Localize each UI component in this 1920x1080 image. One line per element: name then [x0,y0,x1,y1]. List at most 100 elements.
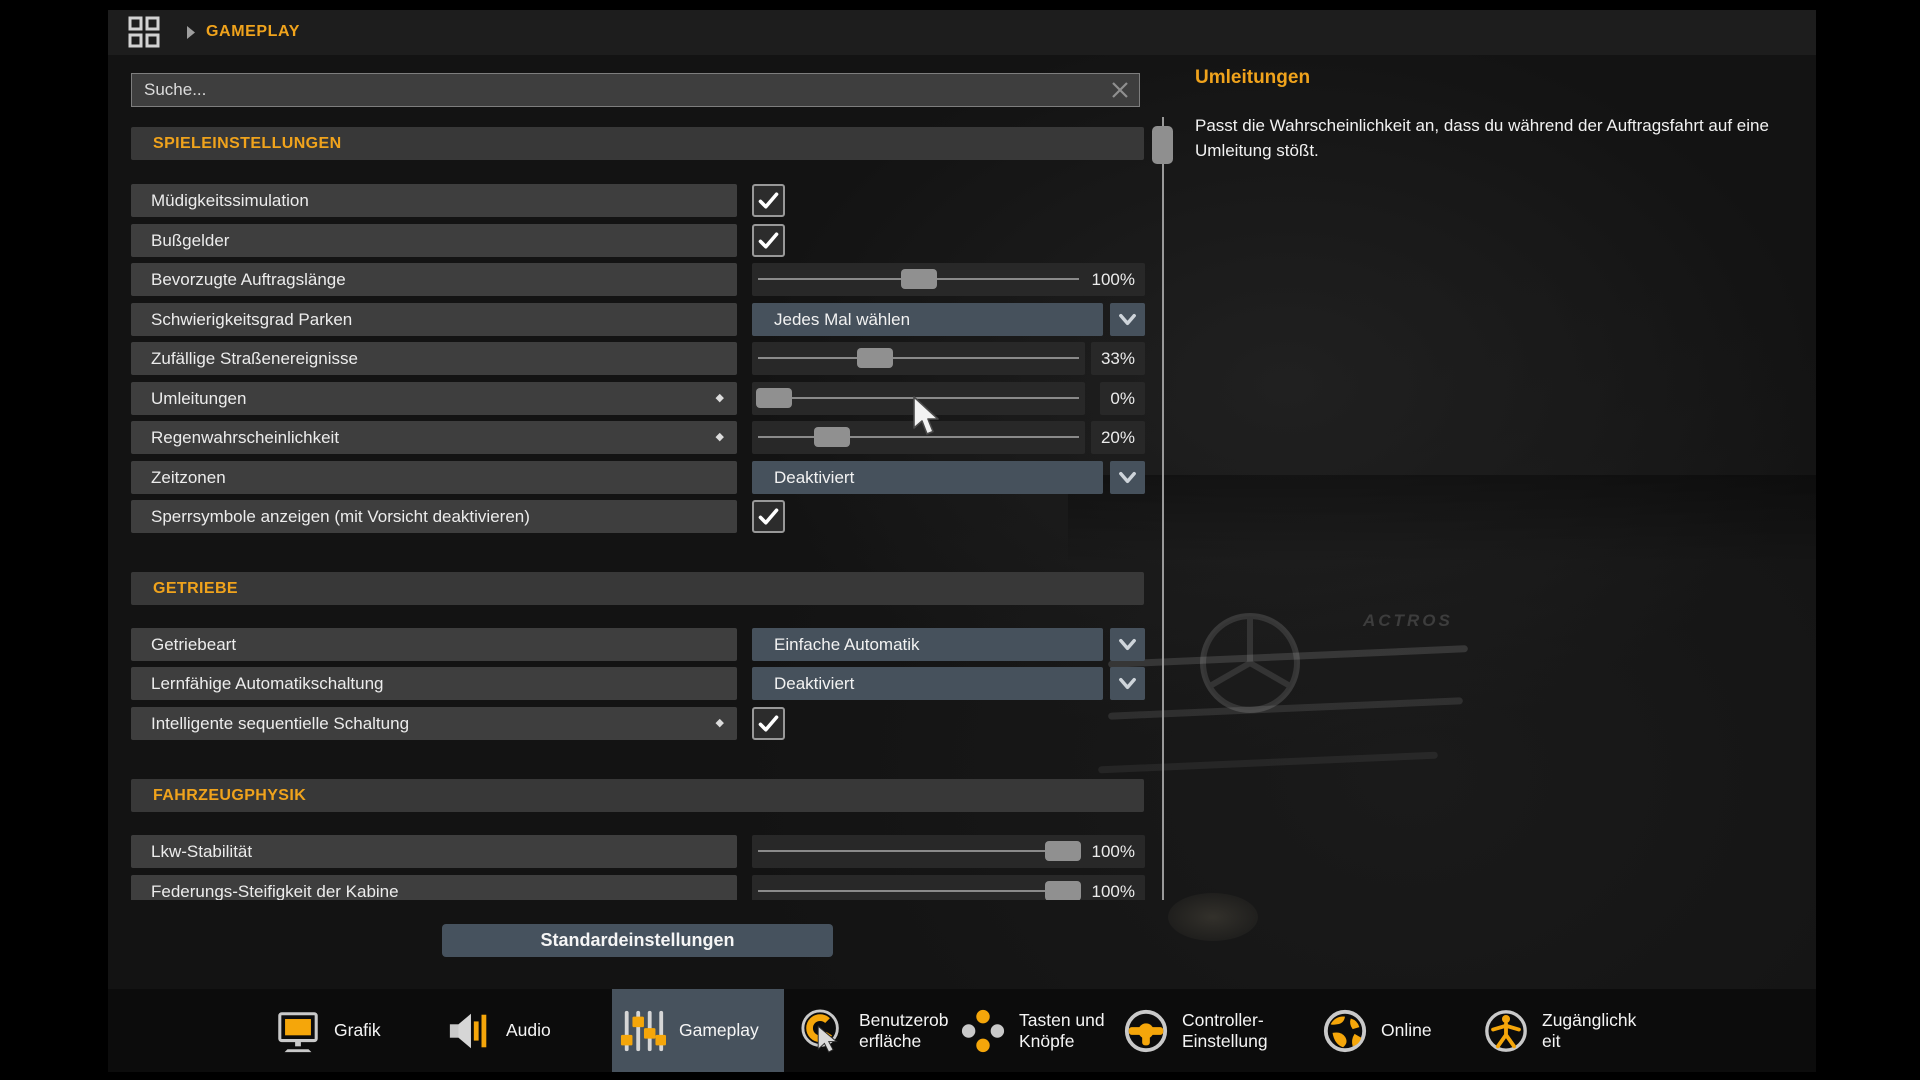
tab-benutzeroberflaeche[interactable]: Benutzerob erfläche [800,989,949,1072]
scrollbar-track[interactable] [1162,117,1164,900]
tab-label: Tasten und [1019,1010,1105,1031]
tab-tasten-und-knoepfe[interactable]: Tasten und Knöpfe [960,989,1105,1072]
grid-menu-icon[interactable] [128,16,160,48]
tab-label: Zugänglichk [1542,1010,1636,1031]
dropdown-button[interactable] [1110,667,1145,700]
setting-row-regenwahrscheinlichkeit: Regenwahrscheinlichkeit ◆ 20% [131,421,1145,454]
tab-online[interactable]: Online [1322,989,1432,1072]
check-icon [756,711,781,736]
dropdown-button[interactable] [1110,628,1145,661]
buttons-icon [960,1008,1006,1054]
gameplay-settings-screen: GAMEPLAY ACTROS Umleitungen Passt die Wa… [0,0,1920,1080]
setting-label: Lkw-Stabilität [151,835,252,868]
setting-label: Bevorzugte Auftragslänge [151,263,346,296]
setting-row-umleitungen: Umleitungen◆ 0% [131,382,1145,415]
search-input[interactable] [131,73,1140,107]
dropdown[interactable]: Deaktiviert [752,461,1103,494]
slider-value: 33% [1091,342,1145,375]
slider[interactable] [752,342,1085,375]
help-description: Passt die Wahrscheinlichkeit an, dass du… [1195,114,1795,163]
tab-label: Gameplay [679,1020,759,1041]
tab-label: Online [1381,1020,1432,1041]
tab-label: Controller- [1182,1010,1268,1031]
settings-category-tabs: Grafik Audio [108,989,1816,1072]
tab-label: Audio [506,1020,551,1041]
setting-label: Lernfähige Automatikschaltung [151,667,384,700]
steering-wheel-icon [1123,1008,1169,1054]
mouse-cursor [912,396,940,436]
setting-label: Regenwahrscheinlichkeit [151,421,339,454]
setting-row-schwierigkeitsgrad-parken: Schwierigkeitsgrad Parken Jedes Mal wähl… [131,303,1145,336]
tab-label: erfläche [859,1031,949,1052]
slider-handle[interactable] [814,427,850,447]
tab-label: Grafik [334,1020,381,1041]
modified-diamond-icon: ◆ [716,707,724,740]
accessibility-icon [1483,1008,1529,1054]
slider-handle[interactable] [901,269,937,289]
scrollbar-thumb[interactable] [1152,126,1173,164]
dropdown[interactable]: Deaktiviert [752,667,1103,700]
setting-row-lernfaehige-automatikschaltung: Lernfähige Automatikschaltung Deaktivier… [131,667,1145,700]
tab-label: Knöpfe [1019,1031,1105,1052]
chevron-down-icon [1116,466,1139,489]
slider-handle[interactable] [857,348,893,368]
section-header-spieleinstellungen: SPIELEINSTELLUNGEN [131,127,1144,160]
slider-handle[interactable] [756,388,792,408]
chevron-down-icon [1116,672,1139,695]
section-header-fahrzeugphysik: FAHRZEUGPHYSIK [131,779,1144,812]
slider-value: 100% [1082,263,1145,296]
slider[interactable] [752,875,1085,900]
dropdown-button[interactable] [1110,461,1145,494]
globe-icon [1322,1008,1368,1054]
speaker-icon [447,1008,493,1054]
tab-label: Benutzerob [859,1010,949,1031]
defaults-button[interactable]: Standardeinstellungen [442,924,833,957]
checkbox-checked[interactable] [752,500,785,533]
breadcrumb-bar: GAMEPLAY [108,10,1816,55]
dropdown[interactable]: Jedes Mal wählen [752,303,1103,336]
section-header-getriebe: GETRIEBE [131,572,1144,605]
setting-row-bussgelder: Bußgelder [131,224,1145,257]
setting-row-sperrsymbole-anzeigen: Sperrsymbole anzeigen (mit Vorsicht deak… [131,500,1145,533]
setting-row-zufaellige-strassenereignisse: Zufällige Straßenereignisse 33% [131,342,1145,375]
checkbox-checked[interactable] [752,707,785,740]
tab-label: Einstellung [1182,1031,1268,1052]
setting-label: Schwierigkeitsgrad Parken [151,303,352,336]
tab-zugaenglichkeit[interactable]: Zugänglichk eit [1483,989,1636,1072]
setting-label: Umleitungen [151,382,246,415]
checkbox-checked[interactable] [752,224,785,257]
grille-slat [1098,752,1438,774]
setting-label: Müdigkeitssimulation [151,184,309,217]
tab-audio[interactable]: Audio [447,989,551,1072]
actros-badge: ACTROS [1363,611,1453,631]
setting-row-getriebeart: Getriebeart Einfache Automatik [131,628,1145,661]
setting-label: Intelligente sequentielle Schaltung [151,707,409,740]
check-icon [756,188,781,213]
clear-search-icon[interactable] [1110,80,1130,100]
check-icon [756,504,781,529]
dropdown-button[interactable] [1110,303,1145,336]
slider-handle[interactable] [1045,841,1081,861]
slider[interactable] [752,835,1085,868]
cursor-circle-icon [800,1008,846,1054]
tab-label: eit [1542,1031,1636,1052]
check-icon [756,228,781,253]
slider-value: 20% [1091,421,1145,454]
headlight-glow [1168,893,1258,941]
breadcrumb: GAMEPLAY [206,23,300,41]
slider-value: 100% [1082,875,1145,900]
setting-row-intelligente-sequentielle-schaltung: Intelligente sequentielle Schaltung ◆ [131,707,1145,740]
help-title: Umleitungen [1195,67,1310,89]
slider[interactable] [752,263,1085,296]
tab-gameplay[interactable]: Gameplay [620,989,759,1072]
setting-row-lkw-stabilitaet: Lkw-Stabilität 100% [131,835,1145,868]
tab-grafik[interactable]: Grafik [275,989,381,1072]
dropdown[interactable]: Einfache Automatik [752,628,1103,661]
setting-row-zeitzonen: Zeitzonen Deaktiviert [131,461,1145,494]
setting-row-muedigkeitssimulation: Müdigkeitssimulation [131,184,1145,217]
equalizer-icon [620,1008,666,1054]
checkbox-checked[interactable] [752,184,785,217]
slider-handle[interactable] [1045,881,1081,900]
modified-diamond-icon: ◆ [716,421,724,454]
tab-controller-einstellung[interactable]: Controller- Einstellung [1123,989,1268,1072]
